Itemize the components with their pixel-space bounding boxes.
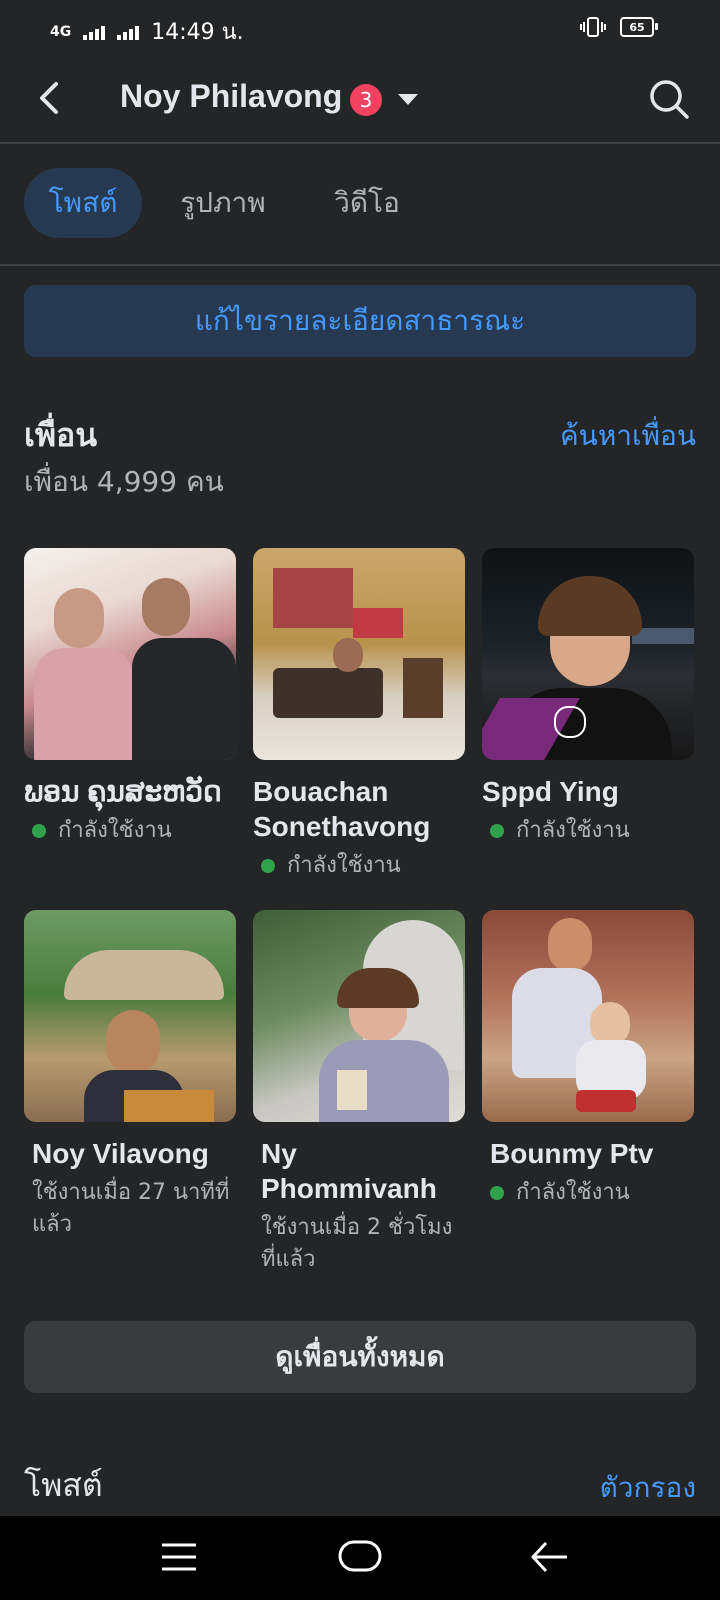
friend-name[interactable]: Bounmy Ptv bbox=[482, 1136, 694, 1171]
search-icon[interactable] bbox=[648, 78, 690, 120]
friend-status: กำลังใช้งาน bbox=[482, 815, 694, 847]
profile-tabs: โพสต์ รูปภาพ วิดีโอ bbox=[0, 142, 720, 266]
friends-count: เพื่อน 4,999 คน bbox=[24, 465, 224, 498]
friend-photo[interactable] bbox=[482, 548, 694, 760]
friend-status-text: ใช้งานเมื่อ 27 นาทีที่แล้ว bbox=[32, 1180, 230, 1237]
friend-card[interactable]: Noy Vilavong ใช้งานเมื่อ 27 นาทีที่แล้ว bbox=[24, 910, 236, 1241]
menu-icon[interactable] bbox=[160, 1542, 198, 1572]
notification-badge: 3 bbox=[350, 84, 382, 116]
friend-photo[interactable] bbox=[482, 910, 694, 1122]
edit-public-details-button[interactable]: แก้ไขรายละเอียดสาธารณะ bbox=[24, 285, 696, 357]
friend-status-text: กำลังใช้งาน bbox=[516, 1180, 630, 1205]
friend-status-text: กำลังใช้งาน bbox=[516, 818, 630, 843]
posts-section-title: โพสต์ bbox=[24, 1466, 103, 1504]
friend-name[interactable]: Noy Vilavong bbox=[24, 1136, 236, 1171]
friend-status-text: ใช้งานเมื่อ 2 ชั่วโมงที่แล้ว bbox=[261, 1215, 453, 1272]
signal-icon bbox=[83, 24, 106, 40]
profile-name-title[interactable]: Noy Philavong bbox=[120, 78, 342, 115]
back-arrow-icon[interactable] bbox=[30, 78, 70, 118]
battery-icon: 65 bbox=[620, 17, 658, 37]
status-bar: 4G 14:49 น. 65 bbox=[0, 0, 720, 56]
online-indicator bbox=[32, 824, 46, 838]
online-indicator bbox=[490, 1186, 504, 1200]
friend-card[interactable]: Bounmy Ptv กำลังใช้งาน bbox=[482, 910, 694, 1209]
friends-section-title: เพื่อน bbox=[24, 416, 98, 454]
signal-icon-2 bbox=[117, 24, 140, 40]
clock: 14:49 น. bbox=[151, 20, 244, 45]
friend-name[interactable]: Ny Phommivanh bbox=[253, 1136, 465, 1206]
friend-card[interactable]: Ny Phommivanh ใช้งานเมื่อ 2 ชั่วโมงที่แล… bbox=[253, 910, 465, 1276]
friend-name[interactable]: Bouachan Sonethavong bbox=[253, 774, 465, 844]
app-bar: Noy Philavong 3 bbox=[0, 56, 720, 144]
friend-status: กำลังใช้งาน bbox=[482, 1177, 694, 1209]
friend-name[interactable]: Sppd Ying bbox=[482, 774, 694, 809]
online-indicator bbox=[261, 859, 275, 873]
friend-status: ใช้งานเมื่อ 2 ชั่วโมงที่แล้ว bbox=[253, 1212, 465, 1276]
chevron-down-icon[interactable] bbox=[398, 94, 418, 105]
back-icon[interactable] bbox=[530, 1540, 570, 1574]
tab-videos[interactable]: วิดีโอ bbox=[308, 168, 426, 238]
friend-status: ใช้งานเมื่อ 27 นาทีที่แล้ว bbox=[24, 1177, 236, 1241]
online-indicator bbox=[490, 824, 504, 838]
tab-photos[interactable]: รูปภาพ bbox=[164, 168, 282, 238]
friend-photo[interactable] bbox=[253, 548, 465, 760]
friend-status-text: กำลังใช้งาน bbox=[58, 818, 172, 843]
friend-photo[interactable] bbox=[24, 548, 236, 760]
tab-posts[interactable]: โพสต์ bbox=[24, 168, 142, 238]
find-friends-link[interactable]: ค้นหาเพื่อน bbox=[560, 414, 696, 458]
filter-link[interactable]: ตัวกรอง bbox=[600, 1466, 696, 1510]
system-navigation-bar bbox=[0, 1516, 720, 1600]
friend-photo[interactable] bbox=[253, 910, 465, 1122]
friend-status: กำลังใช้งาน bbox=[253, 850, 465, 882]
see-all-friends-button[interactable]: ดูเพื่อนทั้งหมด bbox=[24, 1321, 696, 1393]
friend-card[interactable]: Bouachan Sonethavong กำลังใช้งาน bbox=[253, 548, 465, 882]
friend-card[interactable]: Sppd Ying กำลังใช้งาน bbox=[482, 548, 694, 847]
friend-card[interactable]: ພອນ ຄຸນສະຫວັດ กำลังใช้งาน bbox=[24, 548, 236, 847]
vibrate-icon bbox=[580, 17, 606, 37]
friend-photo[interactable] bbox=[24, 910, 236, 1122]
friend-status: กำลังใช้งาน bbox=[24, 815, 236, 847]
battery-level: 65 bbox=[629, 20, 645, 34]
friend-status-text: กำลังใช้งาน bbox=[287, 853, 401, 878]
network-indicator: 4G bbox=[50, 23, 72, 40]
home-icon[interactable] bbox=[338, 1538, 382, 1574]
friend-name[interactable]: ພອນ ຄຸນສະຫວັດ bbox=[24, 774, 236, 809]
